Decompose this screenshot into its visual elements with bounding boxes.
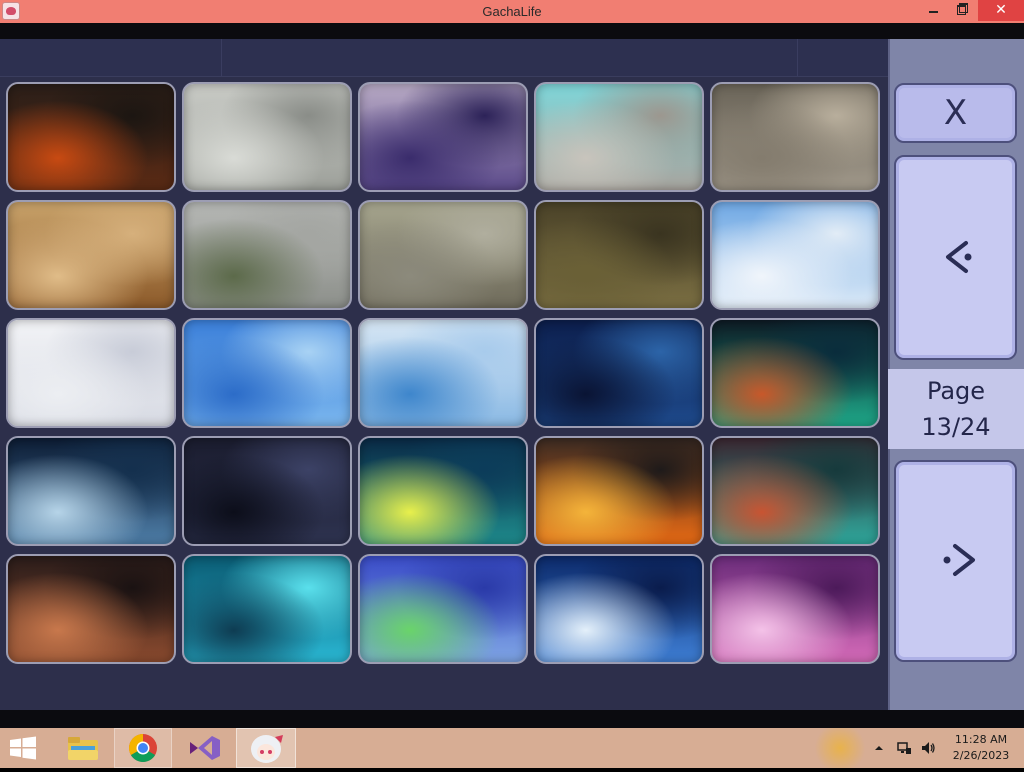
page-number: 13/24 (921, 413, 991, 441)
background-thumbnail[interactable] (710, 436, 880, 546)
background-thumbnail[interactable] (358, 554, 528, 664)
background-thumbnail[interactable] (534, 436, 704, 546)
page-word: Page (926, 377, 986, 405)
show-hidden-icons-arrow-icon[interactable] (874, 743, 884, 753)
background-thumbnail[interactable] (710, 200, 880, 310)
background-thumbnail[interactable] (358, 82, 528, 192)
clock-date: 2/26/2023 (952, 749, 1010, 762)
top-letterbox (0, 23, 1024, 39)
background-selection-area (0, 39, 888, 710)
background-thumbnail[interactable] (182, 82, 352, 192)
background-thumbnail[interactable] (6, 318, 176, 428)
close-menu-button[interactable]: X (894, 83, 1017, 143)
background-thumbnail[interactable] (358, 200, 528, 310)
background-thumbnail[interactable] (710, 318, 880, 428)
clock-time: 11:28 AM (954, 733, 1008, 746)
background-thumbnail[interactable] (358, 318, 528, 428)
background-thumbnail[interactable] (6, 436, 176, 546)
top-band (0, 39, 888, 77)
background-thumbnail[interactable] (6, 200, 176, 310)
visual-studio-taskbar-button[interactable] (176, 728, 232, 768)
next-page-button[interactable] (894, 460, 1017, 662)
visual-studio-icon (190, 736, 220, 760)
folder-icon (68, 737, 98, 760)
previous-page-button[interactable] (894, 155, 1017, 360)
network-icon[interactable] (896, 740, 912, 756)
chrome-taskbar-button[interactable] (114, 728, 172, 768)
background-thumbnail[interactable] (182, 318, 352, 428)
background-thumbnail[interactable] (182, 554, 352, 664)
window-title: GachaLife (482, 4, 542, 19)
volume-icon[interactable] (920, 740, 936, 756)
gacha-life-taskbar-button[interactable] (236, 728, 296, 768)
window-titlebar: GachaLife ✕ (0, 0, 1024, 23)
windows-taskbar: 11:28 AM 2/26/2023 (0, 728, 1024, 768)
chevron-left-icon (946, 241, 972, 273)
background-thumbnail[interactable] (534, 318, 704, 428)
bottom-letterbox (0, 710, 1024, 728)
background-thumbnail[interactable] (6, 554, 176, 664)
background-thumbnail[interactable] (710, 554, 880, 664)
background-thumbnail[interactable] (182, 200, 352, 310)
background-thumbnail[interactable] (534, 200, 704, 310)
close-menu-label: X (943, 93, 968, 133)
window-close-button[interactable]: ✕ (978, 0, 1024, 21)
background-thumbnail[interactable] (182, 436, 352, 546)
minimize-button[interactable] (918, 0, 948, 21)
file-explorer-taskbar-button[interactable] (56, 728, 110, 768)
background-thumbnail[interactable] (710, 82, 880, 192)
chrome-icon (129, 734, 157, 762)
background-thumbnail[interactable] (534, 554, 704, 664)
background-thumbnail[interactable] (6, 82, 176, 192)
background-thumbnail[interactable] (534, 82, 704, 192)
chevron-right-icon (943, 544, 975, 576)
system-clock[interactable]: 11:28 AM 2/26/2023 (946, 732, 1016, 766)
side-panel: X Page 13/24 (888, 39, 1024, 710)
windows-start-icon[interactable] (8, 736, 38, 760)
gacha-character-icon (251, 735, 283, 763)
page-indicator: Page 13/24 (888, 369, 1024, 449)
background-thumbnail[interactable] (358, 436, 528, 546)
restore-button[interactable] (946, 0, 976, 21)
